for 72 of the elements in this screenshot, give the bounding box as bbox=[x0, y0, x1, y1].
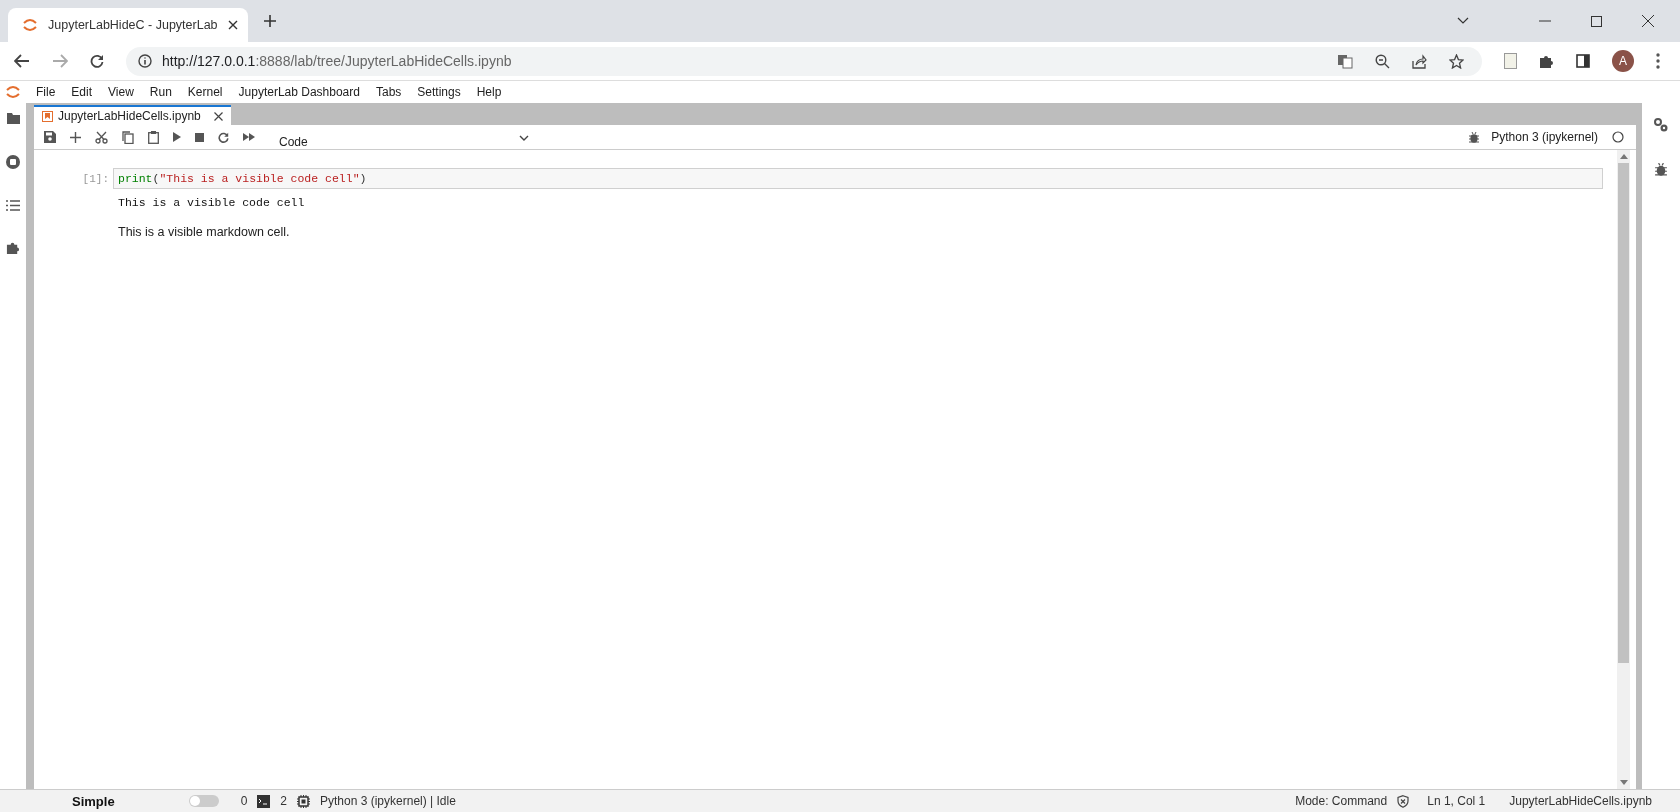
stop-icon[interactable] bbox=[195, 132, 204, 142]
menu-item[interactable]: View bbox=[100, 85, 142, 99]
kernel-count[interactable]: 2 bbox=[280, 794, 287, 808]
copy-icon[interactable] bbox=[122, 130, 134, 144]
markdown-text: This is a visible markdown cell. bbox=[117, 224, 291, 241]
close-icon[interactable] bbox=[1642, 15, 1654, 27]
address-field[interactable]: http://127.0.0.1:8888/lab/tree/JupyterLabHideCells.ipynb bbox=[126, 46, 1482, 76]
menu-item[interactable]: Kernel bbox=[179, 85, 231, 99]
shield-x-icon[interactable] bbox=[1397, 794, 1410, 808]
more-icon[interactable] bbox=[1656, 53, 1660, 69]
notebook-mode: Mode: Command bbox=[1295, 794, 1388, 808]
add-icon[interactable] bbox=[70, 131, 81, 143]
menu-item[interactable]: Edit bbox=[63, 85, 101, 99]
tab-title: JupyterLabHideC - JupyterLab bbox=[48, 18, 218, 32]
puzzle-icon[interactable] bbox=[1539, 53, 1554, 69]
bug-icon[interactable] bbox=[1655, 163, 1667, 176]
reload-icon[interactable] bbox=[90, 54, 104, 68]
new-tab-icon[interactable] bbox=[264, 15, 276, 27]
cursor-position[interactable]: Ln 1, Col 1 bbox=[1427, 794, 1486, 808]
maximize-icon[interactable] bbox=[1591, 15, 1602, 27]
close-icon[interactable] bbox=[213, 111, 223, 121]
url-text: http://127.0.0.1:8888/lab/tree/JupyterLabHideCells.ipynb bbox=[162, 53, 512, 69]
info-icon bbox=[138, 54, 152, 68]
avatar[interactable]: A bbox=[1612, 50, 1634, 72]
folder-icon[interactable] bbox=[6, 113, 20, 124]
menu-item[interactable]: Help bbox=[468, 85, 510, 99]
fast-forward-icon[interactable] bbox=[243, 133, 255, 141]
scrollbar[interactable] bbox=[1617, 150, 1630, 789]
browser-tab[interactable]: JupyterLabHideC - JupyterLab bbox=[8, 8, 248, 42]
star-icon[interactable] bbox=[1449, 53, 1464, 69]
jupyter-logo-icon bbox=[6, 83, 20, 101]
jupyter-logo-icon bbox=[22, 17, 38, 33]
menu-item[interactable]: Tabs bbox=[367, 85, 410, 99]
puzzle-icon[interactable] bbox=[6, 241, 20, 255]
stop-circle-icon[interactable] bbox=[5, 154, 21, 170]
scroll-up-icon[interactable] bbox=[1619, 154, 1628, 159]
menu-item[interactable]: JupyterLab Dashboard bbox=[230, 85, 368, 99]
back-icon[interactable] bbox=[14, 54, 30, 68]
document-tab[interactable]: JupyterLabHideCells.ipynb bbox=[34, 105, 231, 125]
notebook-icon bbox=[42, 110, 53, 122]
scroll-down-icon[interactable] bbox=[1619, 780, 1628, 785]
file-name: JupyterLabHideCells.ipynb bbox=[1509, 794, 1652, 808]
kernel-status[interactable]: Python 3 (ipykernel) | Idle bbox=[320, 794, 456, 808]
run-icon[interactable] bbox=[173, 132, 181, 142]
scissors-icon[interactable] bbox=[95, 130, 108, 144]
kernel-name[interactable]: Python 3 (ipykernel) bbox=[1491, 130, 1598, 144]
menu-item[interactable]: File bbox=[28, 85, 64, 99]
cell-type-dropdown[interactable]: Code bbox=[279, 127, 529, 149]
bug-icon[interactable] bbox=[1469, 131, 1480, 143]
terminal-icon[interactable] bbox=[257, 794, 271, 808]
list-icon[interactable] bbox=[6, 200, 20, 211]
close-icon[interactable] bbox=[227, 20, 238, 30]
simple-mode-label: Simple bbox=[72, 793, 115, 809]
chevron-down-icon bbox=[519, 135, 529, 141]
save-icon[interactable] bbox=[44, 131, 56, 143]
chip-icon[interactable] bbox=[297, 794, 310, 808]
chevron-down-icon[interactable] bbox=[1457, 17, 1469, 25]
simple-mode-toggle[interactable] bbox=[188, 795, 219, 807]
side-panel-icon[interactable] bbox=[1576, 54, 1590, 68]
restart-icon[interactable] bbox=[218, 131, 229, 143]
zoom-out-icon[interactable] bbox=[1375, 53, 1390, 69]
menu-item[interactable]: Run bbox=[141, 85, 180, 99]
gears-icon[interactable] bbox=[1653, 117, 1669, 133]
translate-icon[interactable] bbox=[1338, 53, 1353, 69]
clipboard-icon[interactable] bbox=[148, 130, 159, 144]
code-editor[interactable]: print("This is a visible code cell") bbox=[113, 168, 1603, 189]
scrollbar-thumb[interactable] bbox=[1618, 163, 1629, 663]
terminal-count[interactable]: 0 bbox=[240, 794, 248, 808]
menu-item[interactable]: Settings bbox=[409, 85, 469, 99]
code-output: This is a visible code cell bbox=[117, 195, 306, 211]
share-icon[interactable] bbox=[1412, 53, 1427, 69]
execution-prompt: [1]: bbox=[81, 172, 110, 185]
